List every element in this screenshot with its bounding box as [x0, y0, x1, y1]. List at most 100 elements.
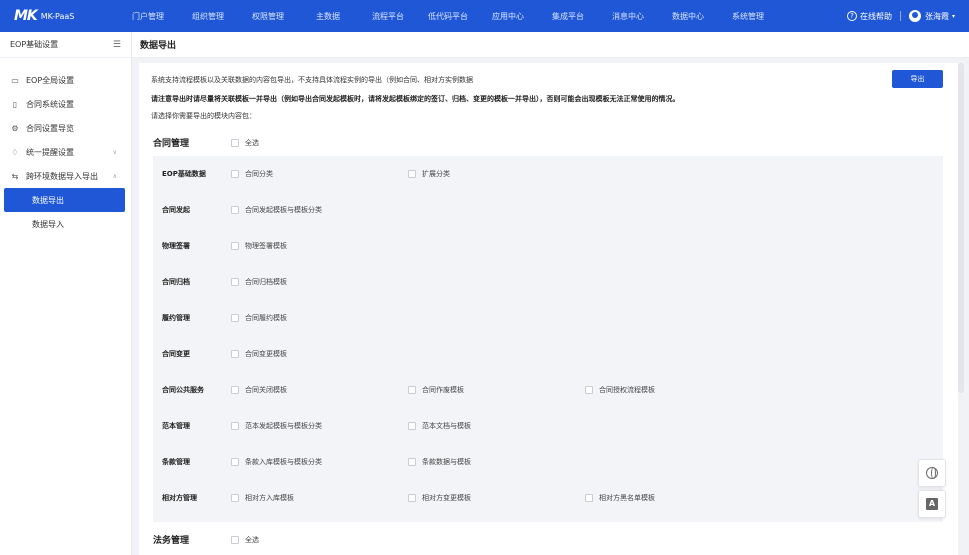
nav-item-data-center[interactable]: 数据中心 — [658, 11, 718, 22]
nav-item-organization[interactable]: 组织管理 — [178, 11, 238, 22]
module-row: 合同归档 合同归档模板 — [153, 264, 943, 300]
checkbox[interactable] — [585, 386, 593, 394]
nav-item-app-center[interactable]: 应用中心 — [478, 11, 538, 22]
checkbox[interactable] — [408, 422, 416, 430]
checkbox[interactable] — [231, 206, 239, 214]
checkbox[interactable] — [408, 170, 416, 178]
sidebar-item-data-import[interactable]: 数据导入 — [0, 212, 131, 236]
sidebar-item-contract-system[interactable]: ▯ 合同系统设置 — [0, 92, 131, 116]
option-label[interactable]: 条款数据与模板 — [422, 457, 471, 467]
checkbox[interactable] — [231, 278, 239, 286]
checkbox[interactable] — [231, 494, 239, 502]
sidebar-item-contract-guide[interactable]: ⚙ 合同设置导览 — [0, 116, 131, 140]
option-clause-data[interactable]: 条款数据与模板 — [408, 457, 471, 467]
checkbox[interactable] — [231, 422, 239, 430]
sidebar-item-cross-env[interactable]: ⇆ 跨环境数据导入导出 ∧ — [0, 164, 131, 188]
page-title: 数据导出 — [140, 41, 177, 51]
checkbox[interactable] — [408, 494, 416, 502]
module-row: 条款管理 条款入库模板与模板分类 条款数据与模板 — [153, 444, 943, 480]
option-template-initiation[interactable]: 范本发起模板与模板分类 — [231, 421, 322, 431]
option-archive-template[interactable]: 合同归档模板 — [231, 277, 287, 287]
checkbox[interactable] — [231, 314, 239, 322]
app-logo[interactable]: MK MK-PaaS — [0, 0, 118, 32]
option-label[interactable]: 合同授权流程模板 — [599, 385, 655, 395]
option-extended-category[interactable]: 扩展分类 — [408, 169, 450, 179]
checkbox[interactable] — [231, 242, 239, 250]
checkbox[interactable] — [408, 458, 416, 466]
select-all-checkbox[interactable] — [231, 138, 239, 147]
option-label[interactable]: 条款入库模板与模板分类 — [245, 457, 322, 467]
option-counterparty-blacklist[interactable]: 相对方黑名单模板 — [585, 493, 655, 503]
nav-item-workflow[interactable]: 流程平台 — [358, 11, 418, 22]
option-label[interactable]: 合同归档模板 — [245, 277, 287, 287]
user-name[interactable]: 张海霞 — [925, 11, 949, 22]
row-label: 合同发起 — [162, 206, 190, 214]
option-counterparty-change[interactable]: 相对方变更模板 — [408, 493, 471, 503]
checkbox[interactable] — [231, 386, 239, 394]
option-label[interactable]: 扩展分类 — [422, 169, 450, 179]
language-button[interactable] — [918, 459, 946, 487]
warning-text: 请注意导出时请尽量将关联模板一并导出（例如导出合同发起模板时，请将发起模板绑定的… — [151, 95, 680, 103]
collapse-menu-icon[interactable]: ☰ — [113, 40, 121, 50]
option-void-template[interactable]: 合同作废模板 — [408, 385, 464, 395]
checkbox[interactable] — [408, 386, 416, 394]
scrollbar[interactable] — [958, 63, 964, 393]
option-label[interactable]: 相对方入库模板 — [245, 493, 294, 503]
option-performance-template[interactable]: 合同履约模板 — [231, 313, 287, 323]
option-close-template[interactable]: 合同关闭模板 — [231, 385, 287, 395]
chevron-up-icon: ∧ — [112, 172, 117, 180]
avatar[interactable] — [908, 10, 921, 22]
nav-item-integration[interactable]: 集成平台 — [538, 11, 598, 22]
page-header: 数据导出 — [132, 32, 969, 58]
option-contract-category[interactable]: 合同分类 — [231, 169, 273, 179]
sidebar-item-reminders[interactable]: ♢ 统一提醒设置 ∨ — [0, 140, 131, 164]
sidebar-item-data-export[interactable]: 数据导出 — [4, 188, 125, 212]
translate-button[interactable]: A — [918, 490, 946, 518]
logo-text: MK-PaaS — [40, 11, 75, 21]
checkbox[interactable] — [231, 350, 239, 358]
select-all-label[interactable]: 全选 — [245, 138, 259, 148]
option-label[interactable]: 合同变更模板 — [245, 349, 287, 359]
option-physical-sign-template[interactable]: 物理签署模板 — [231, 241, 287, 251]
option-label[interactable]: 合同分类 — [245, 169, 273, 179]
module-row: 合同发起 合同发起模板与模板分类 — [153, 192, 943, 228]
online-help-link[interactable]: 在线帮助 — [860, 11, 892, 22]
checkbox[interactable] — [231, 170, 239, 178]
option-authorization-template[interactable]: 合同授权流程模板 — [585, 385, 655, 395]
nav-item-messages[interactable]: 消息中心 — [598, 11, 658, 22]
help-icon[interactable]: ? — [846, 11, 857, 21]
top-right-actions: ? 在线帮助 张海霞 ▾ — [846, 0, 955, 32]
main-nav: 门户管理 组织管理 权限管理 主数据 流程平台 低代码平台 应用中心 集成平台 … — [118, 0, 778, 32]
option-template-documents[interactable]: 范本文档与模板 — [408, 421, 471, 431]
export-button[interactable]: 导出 — [892, 70, 943, 88]
option-label[interactable]: 合同作废模板 — [422, 385, 464, 395]
select-all-label[interactable]: 全选 — [245, 535, 259, 545]
option-label[interactable]: 范本发起模板与模板分类 — [245, 421, 322, 431]
chevron-down-icon[interactable]: ▾ — [952, 13, 955, 20]
option-counterparty-intake[interactable]: 相对方入库模板 — [231, 493, 294, 503]
option-initiation-template[interactable]: 合同发起模板与模板分类 — [231, 205, 322, 215]
option-clause-intake[interactable]: 条款入库模板与模板分类 — [231, 457, 322, 467]
nav-item-low-code[interactable]: 低代码平台 — [418, 11, 478, 22]
option-change-template[interactable]: 合同变更模板 — [231, 349, 287, 359]
option-label[interactable]: 相对方黑名单模板 — [599, 493, 655, 503]
option-label[interactable]: 合同履约模板 — [245, 313, 287, 323]
sidebar-item-eop-global[interactable]: ▭ EOP全局设置 — [0, 68, 131, 92]
option-label[interactable]: 范本文档与模板 — [422, 421, 471, 431]
nav-item-master-data[interactable]: 主数据 — [298, 11, 358, 22]
option-label[interactable]: 相对方变更模板 — [422, 493, 471, 503]
option-label[interactable]: 物理签署模板 — [245, 241, 287, 251]
sidebar: EOP基础设置 ☰ ▭ EOP全局设置 ▯ 合同系统设置 ⚙ 合同设置导览 ♢ … — [0, 32, 132, 555]
select-all-checkbox[interactable] — [231, 535, 239, 544]
sidebar-menu: ▭ EOP全局设置 ▯ 合同系统设置 ⚙ 合同设置导览 ♢ 统一提醒设置 ∨ ⇆… — [0, 58, 131, 236]
group-legal-management: 法务管理 全选 — [153, 533, 259, 546]
nav-item-permissions[interactable]: 权限管理 — [238, 11, 298, 22]
nav-item-system[interactable]: 系统管理 — [718, 11, 778, 22]
option-label[interactable]: 合同关闭模板 — [245, 385, 287, 395]
checkbox[interactable] — [585, 494, 593, 502]
option-label[interactable]: 合同发起模板与模板分类 — [245, 205, 322, 215]
nav-item-portal[interactable]: 门户管理 — [118, 11, 178, 22]
checkbox[interactable] — [231, 458, 239, 466]
description-text: 系统支持流程模板以及关联数据的内容包导出，不支持具体流程实例的导出（例如合同、相… — [151, 76, 473, 84]
sidebar-item-label: 合同设置导览 — [26, 123, 74, 133]
